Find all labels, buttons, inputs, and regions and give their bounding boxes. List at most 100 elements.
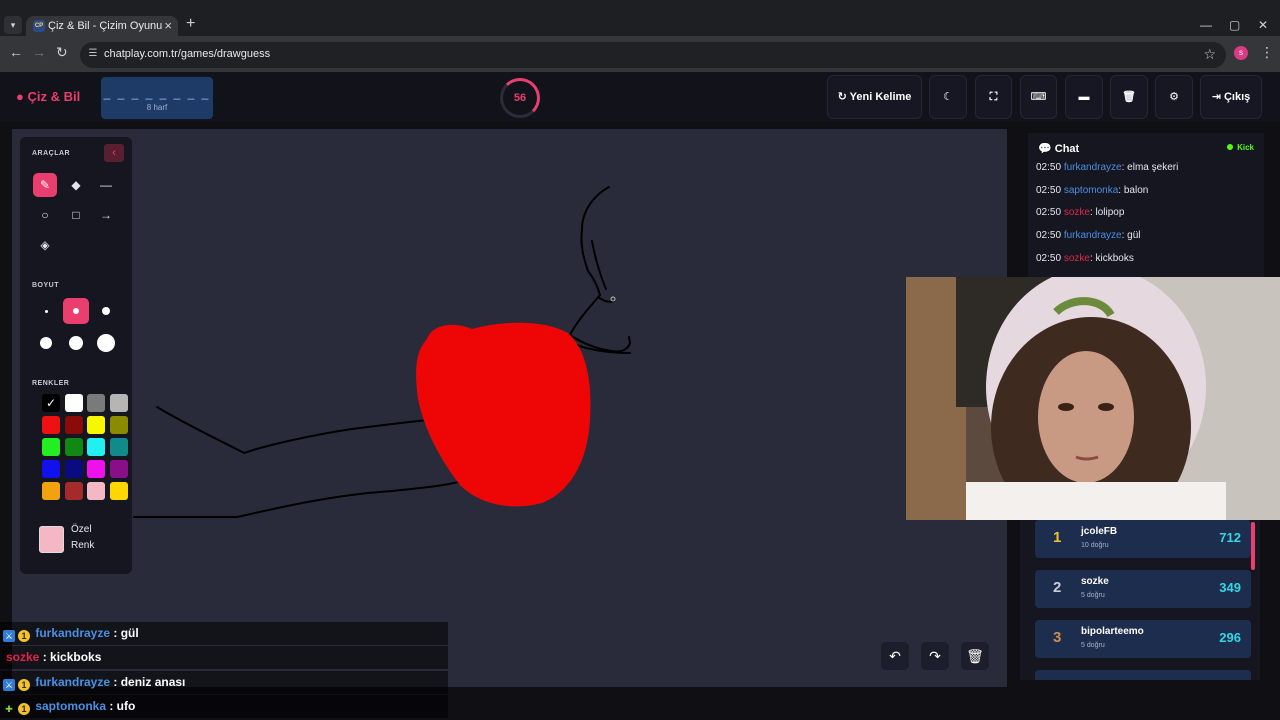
chat-time: 02:50 xyxy=(1036,184,1064,196)
brand-logo[interactable]: ● Çiz & Bil xyxy=(16,89,80,104)
clear-canvas-button[interactable]: 🗑 xyxy=(961,642,989,670)
color-swatch[interactable] xyxy=(65,460,83,478)
arrow-tool[interactable]: → xyxy=(94,203,118,227)
window-close-icon[interactable]: ✕ xyxy=(1258,18,1268,32)
chat-time: 02:50 xyxy=(1036,207,1064,219)
color-swatch[interactable] xyxy=(87,482,105,500)
color-swatch[interactable] xyxy=(42,438,60,456)
undo-button[interactable]: ↶ xyxy=(881,642,909,670)
eraser-tool[interactable]: ◆ xyxy=(64,173,88,197)
square-icon: □ xyxy=(72,208,80,222)
color-swatch[interactable] xyxy=(42,460,60,478)
color-swatch[interactable] xyxy=(87,460,105,478)
keyboard-button[interactable]: ⌨ xyxy=(1020,75,1057,119)
fullscreen-button[interactable]: ⛶ xyxy=(975,75,1012,119)
size-option-4[interactable] xyxy=(33,330,59,356)
chat-message: 02:50 sozke: lolipop xyxy=(1036,207,1124,218)
profile-avatar[interactable]: s xyxy=(1234,46,1248,60)
custom-color-swatch[interactable] xyxy=(39,526,64,553)
circle-tool[interactable]: ○ xyxy=(33,203,57,227)
color-swatch[interactable] xyxy=(110,460,128,478)
chat-text: : kickboks xyxy=(1089,252,1134,264)
maximize-icon[interactable]: ▢ xyxy=(1229,18,1240,32)
reload-icon[interactable]: ↻ xyxy=(56,44,68,61)
color-swatch[interactable] xyxy=(65,394,83,412)
chat-text: : balon xyxy=(1118,184,1149,196)
rectangle-tool[interactable]: □ xyxy=(64,203,88,227)
leaderboard-name: bipolarteemo xyxy=(1081,626,1144,637)
chat-username[interactable]: furkandrayze xyxy=(1064,162,1122,173)
leaderboard-score: 712 xyxy=(1219,530,1241,545)
redo-button[interactable]: ↷ xyxy=(921,642,949,670)
tab-favicon-icon: CP xyxy=(33,20,45,32)
tab-close-icon[interactable]: × xyxy=(164,18,172,33)
size-option-5[interactable] xyxy=(63,330,89,356)
fill-tool[interactable]: ◈ xyxy=(33,233,57,257)
color-swatch[interactable] xyxy=(110,394,128,412)
size-option-1[interactable] xyxy=(33,298,59,324)
size-option-2[interactable] xyxy=(63,298,89,324)
archive-button[interactable]: ▬ xyxy=(1065,75,1103,119)
leaderboard-name: sozke xyxy=(1081,576,1109,587)
drawing-canvas[interactable] xyxy=(12,129,1007,687)
browser-tab[interactable]: CP Çiz & Bil - Çizim Oyunu × xyxy=(26,16,178,36)
color-swatch[interactable] xyxy=(110,438,128,456)
stream-chat-text: : deniz anası xyxy=(110,674,186,689)
custom-color-label[interactable]: Özel Renk xyxy=(71,522,111,554)
size-dot xyxy=(45,310,48,313)
coin-badge-icon: 1 xyxy=(18,702,30,715)
moon-icon: ☾ xyxy=(943,91,953,103)
color-swatch[interactable] xyxy=(65,438,83,456)
chat-username[interactable]: sozke xyxy=(1064,207,1090,218)
size-option-3[interactable] xyxy=(93,298,119,324)
color-swatch[interactable] xyxy=(42,482,60,500)
settings-button[interactable]: ⚙ xyxy=(1155,75,1193,119)
new-tab-icon[interactable]: + xyxy=(186,15,195,33)
url-text[interactable]: chatplay.com.tr/games/drawguess xyxy=(104,48,270,60)
browser-tabbar: ▾ CP Çiz & Bil - Çizim Oyunu × + — ▢ ✕ xyxy=(0,0,1280,36)
chat-message: 02:50 saptomonka: balon xyxy=(1036,185,1148,196)
line-icon: — xyxy=(100,178,112,192)
chat-username[interactable]: furkandrayze xyxy=(1064,230,1122,241)
color-swatch[interactable] xyxy=(65,416,83,434)
color-swatch[interactable] xyxy=(87,438,105,456)
pencil-tool[interactable]: ✎ xyxy=(33,173,57,197)
arrow-right-icon: → xyxy=(100,208,112,222)
color-swatch[interactable] xyxy=(110,416,128,434)
stream-chat-line: ⚔ 1 furkandrayze : deniz anası xyxy=(0,670,448,694)
leaderboard-scrollbar[interactable] xyxy=(1251,522,1255,570)
theme-toggle-button[interactable]: ☾ xyxy=(929,75,967,119)
size-dot xyxy=(97,334,115,352)
color-swatch[interactable]: ✓ xyxy=(42,394,60,412)
color-swatch[interactable] xyxy=(42,416,60,434)
size-option-6[interactable] xyxy=(93,330,119,356)
coin-badge-icon: 1 xyxy=(18,630,30,642)
color-swatch[interactable] xyxy=(65,482,83,500)
chat-username[interactable]: saptomonka xyxy=(1064,185,1118,196)
round-timer: 56 xyxy=(500,78,540,118)
color-swatch[interactable] xyxy=(87,416,105,434)
leaderboard-correct-count: 5 doğru xyxy=(1081,642,1105,649)
new-word-button[interactable]: ↻ Yeni Kelime xyxy=(827,75,922,119)
chat-username[interactable]: sozke xyxy=(1064,253,1090,264)
site-info-icon[interactable]: ☰ xyxy=(86,47,100,61)
chevron-left-icon: ‹ xyxy=(112,147,116,159)
collapse-panel-button[interactable]: ‹ xyxy=(104,144,124,162)
forward-icon[interactable]: → xyxy=(32,44,46,60)
new-word-label: Yeni Kelime xyxy=(849,91,912,103)
line-tool[interactable]: — xyxy=(94,173,118,197)
coin-badge-icon: 1 xyxy=(18,678,30,691)
browser-menu-icon[interactable]: ⋮ xyxy=(1260,44,1274,61)
color-swatch[interactable] xyxy=(110,482,128,500)
word-length: 8 harf xyxy=(146,103,168,112)
trash-button[interactable]: 🗑 xyxy=(1110,75,1148,119)
tab-search-button[interactable]: ▾ xyxy=(4,16,22,34)
address-bar[interactable]: ☰ chatplay.com.tr/games/drawguess ☆ xyxy=(80,42,1226,68)
bookmark-star-icon[interactable]: ☆ xyxy=(1203,46,1216,63)
exit-button[interactable]: ⇥ Çıkış xyxy=(1200,75,1262,119)
color-swatch[interactable] xyxy=(87,394,105,412)
app-header: ● Çiz & Bil _ _ _ _ _ _ _ _ 8 harf 56 ↻ … xyxy=(0,72,1280,122)
minimize-icon[interactable]: — xyxy=(1200,18,1212,32)
stream-chat-text: : kickboks xyxy=(39,650,102,665)
back-icon[interactable]: ← xyxy=(9,44,23,60)
